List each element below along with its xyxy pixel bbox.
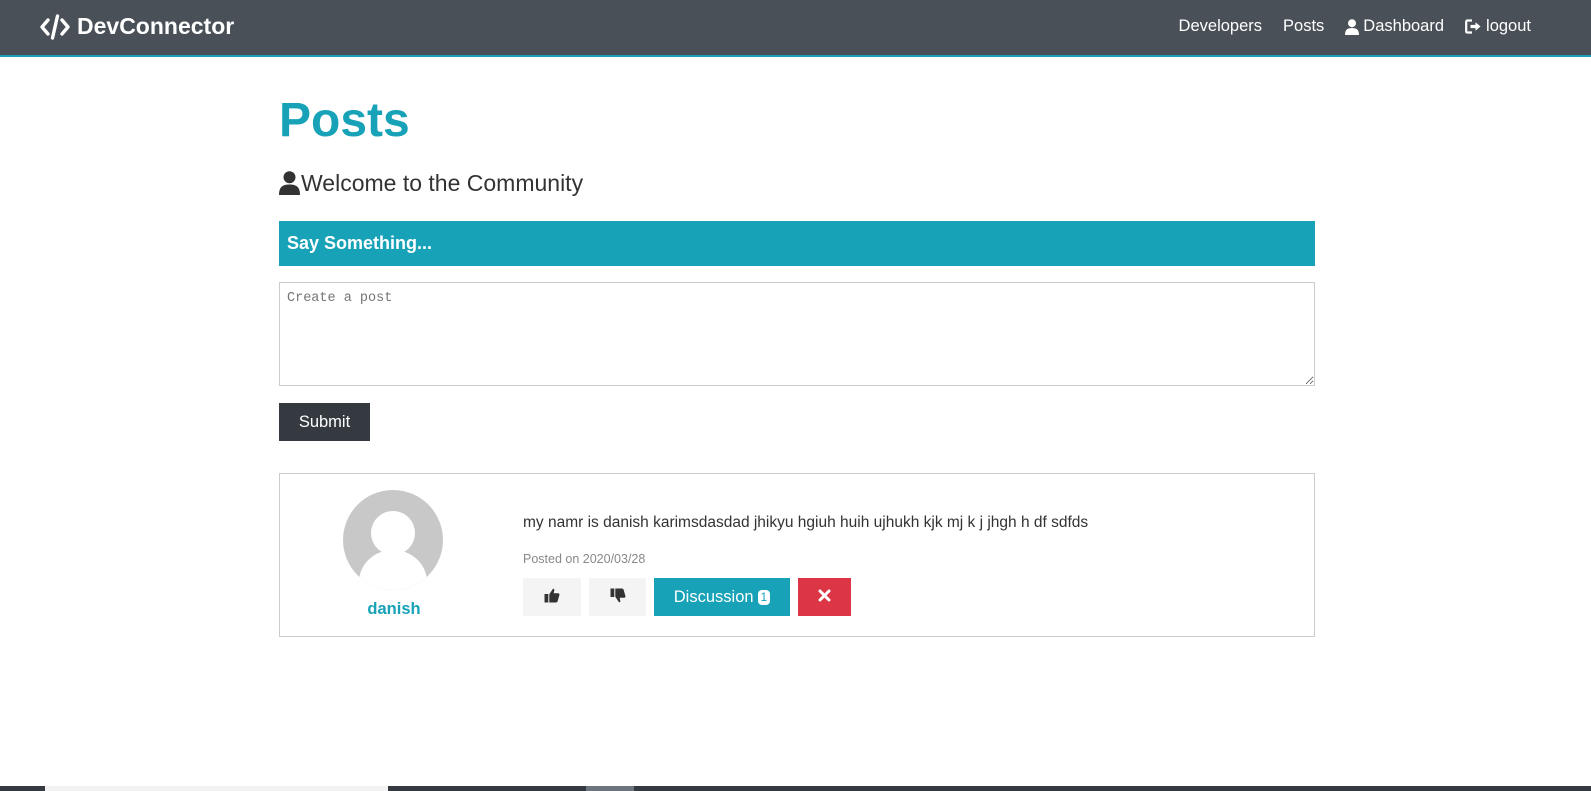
post-date: Posted on 2020/03/28 <box>523 552 646 566</box>
thumbs-up-icon <box>544 588 560 606</box>
submit-button[interactable]: Submit <box>279 403 370 441</box>
post-item: danish my namr is danish karimsdasdad jh… <box>279 473 1315 637</box>
code-icon <box>40 13 70 40</box>
nav-link-posts[interactable]: Posts <box>1283 17 1324 36</box>
page-lead: Welcome to the Community <box>279 168 583 198</box>
nav-link-dashboard[interactable]: Dashboard <box>1345 17 1444 36</box>
lead-text: Welcome to the Community <box>301 170 584 196</box>
post-actions: Discussion 1 <box>523 578 859 616</box>
nav-link-label: Dashboard <box>1363 17 1445 35</box>
times-icon <box>818 589 831 605</box>
dislike-button[interactable] <box>589 578 646 616</box>
nav-links: Developers Posts Dashboard logout <box>1158 17 1531 36</box>
post-form-header: Say Something... <box>279 221 1315 266</box>
page-title: Posts <box>279 94 410 147</box>
default-avatar-icon <box>359 511 427 590</box>
user-icon <box>1345 18 1360 35</box>
delete-post-button[interactable] <box>798 578 851 616</box>
post-text: my namr is danish karimsdasdad jhikyu hg… <box>523 514 1089 531</box>
brand-link[interactable]: DevConnector <box>40 13 234 40</box>
nav-link-developers[interactable]: Developers <box>1179 17 1262 36</box>
discussion-label: Discussion <box>673 587 754 606</box>
nav-link-label: Posts <box>1283 17 1325 35</box>
bottom-strip-segment <box>45 786 388 791</box>
bottom-strip-segment <box>586 786 634 791</box>
avatar[interactable] <box>343 490 443 590</box>
navbar: DevConnector Developers Posts Dashboard <box>0 0 1591 57</box>
brand-name: DevConnector <box>77 13 235 39</box>
author-name-link[interactable]: danish <box>280 600 508 619</box>
sign-out-icon <box>1465 19 1482 34</box>
post-form-header-text: Say Something... <box>287 233 433 253</box>
post-author: danish <box>280 474 508 636</box>
user-icon <box>279 171 300 195</box>
thumbs-down-icon <box>610 588 626 606</box>
nav-link-logout[interactable]: logout <box>1465 17 1531 36</box>
comment-count-badge: 1 <box>757 589 771 605</box>
discussion-button[interactable]: Discussion 1 <box>654 578 790 616</box>
nav-link-label: Developers <box>1178 17 1263 35</box>
bottom-strip <box>0 786 1591 791</box>
like-button[interactable] <box>523 578 581 616</box>
nav-link-label: logout <box>1486 17 1531 35</box>
create-post-textarea[interactable] <box>279 282 1315 386</box>
